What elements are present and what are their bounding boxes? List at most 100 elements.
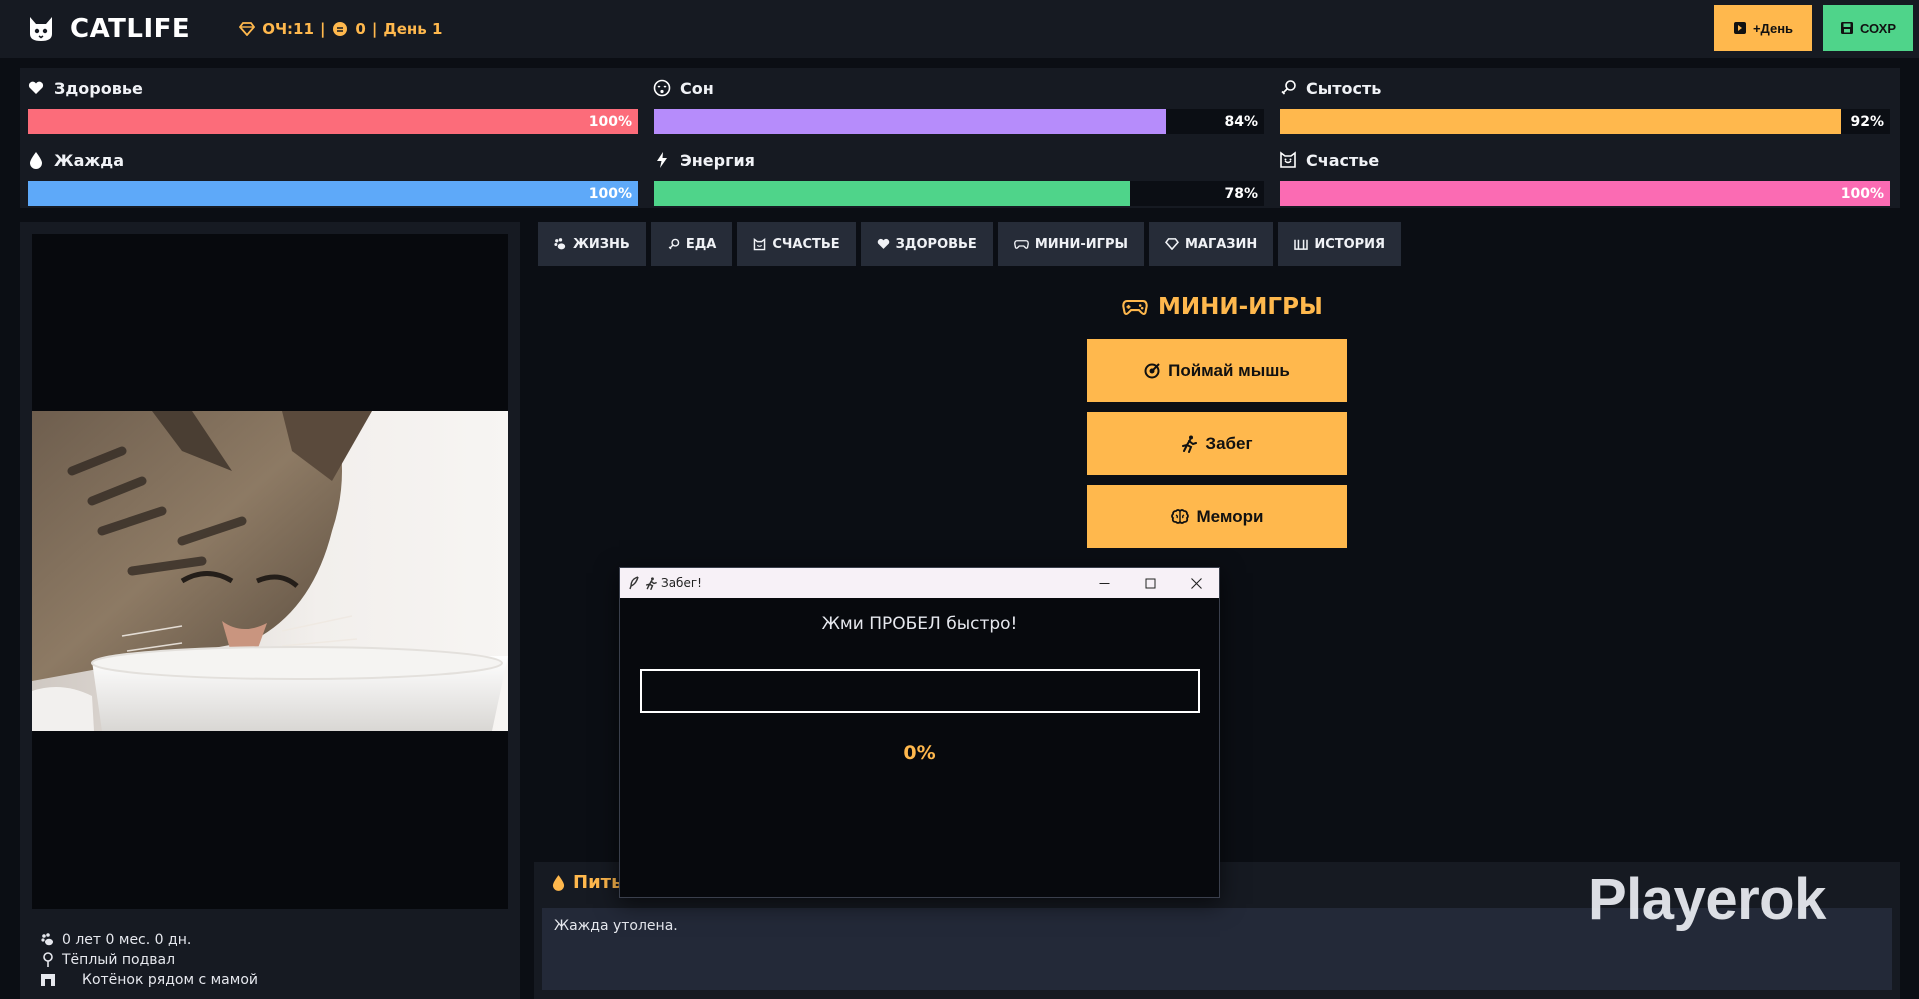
paw-icon [40, 932, 56, 948]
race-button[interactable]: Забег [1087, 412, 1347, 475]
header-info: ОЧ:11 | 0 | День 1 [238, 20, 442, 38]
droplet-icon [26, 150, 46, 170]
cat-info: 0 лет 0 мес. 0 дн. Тёплый подвал Котёнок… [40, 930, 258, 990]
stat-satiety: Сытость 92% [1272, 68, 1890, 134]
game-label: Мемори [1196, 506, 1264, 526]
droplet-icon [552, 874, 565, 891]
stat-label: Счастье [1306, 150, 1380, 170]
coins-value: 0 [355, 20, 366, 38]
tab-food[interactable]: ЕДА [650, 222, 733, 266]
stat-health: Здоровье 100% [20, 68, 638, 134]
stat-bar-fill [654, 109, 1167, 134]
top-bar: CATLIFE ОЧ:11 | 0 | День 1 +День СОХР [0, 0, 1919, 58]
cat-face-icon [1278, 150, 1298, 170]
next-day-button[interactable]: +День [1714, 5, 1812, 51]
minimize-button[interactable] [1081, 568, 1127, 598]
stat-thirst: Жажда 100% [20, 140, 638, 206]
tab-happiness[interactable]: СЧАСТЬЕ [737, 222, 856, 266]
heart-icon [26, 78, 46, 98]
cat-view [32, 234, 508, 909]
race-progress-percent: 0% [903, 742, 936, 764]
game-label: Поймай мышь [1168, 360, 1290, 380]
stat-energy: Энергия 78% [646, 140, 1264, 206]
stat-percent: 100% [588, 185, 632, 202]
maximize-button[interactable] [1127, 568, 1173, 598]
minigames-title: МИНИ-ИГРЫ [1158, 294, 1323, 320]
gamepad-icon [1013, 239, 1029, 250]
separator: | [319, 20, 326, 38]
stat-bar: 100% [28, 181, 638, 206]
cat-photo [32, 411, 508, 731]
save-label: СОХР [1859, 20, 1897, 36]
stat-bar: 100% [1280, 181, 1890, 206]
stat-bar: 100% [28, 109, 638, 134]
cat-panel: 0 лет 0 мес. 0 дн. Тёплый подвал Котёнок… [20, 222, 520, 999]
diamond-icon [238, 20, 256, 38]
race-popup-window[interactable]: Забег! Жми ПРОБЕЛ быстро! 0% [619, 567, 1220, 898]
cat-face-icon [753, 237, 766, 251]
save-button[interactable]: СОХР [1823, 5, 1913, 51]
target-icon [1144, 362, 1160, 379]
stat-bar-fill [28, 181, 638, 206]
runner-icon [645, 576, 657, 590]
cat-status: Котёнок рядом с мамой [82, 972, 258, 988]
log-message: Жажда утолена. [554, 918, 678, 934]
bolt-icon [652, 150, 672, 170]
memory-button[interactable]: Мемори [1087, 485, 1347, 548]
cat-age: 0 лет 0 мес. 0 дн. [62, 932, 192, 948]
stats-panel: Здоровье 100% Сон 84% Сытость 92% Жажда … [20, 68, 1900, 208]
log-heading: Пить [552, 872, 623, 893]
stat-label: Жажда [54, 150, 125, 170]
cat-location: Тёплый подвал [62, 952, 176, 968]
diamond-icon [1164, 238, 1179, 250]
day-value: День 1 [383, 20, 443, 38]
popup-titlebar[interactable]: Забег! [620, 568, 1219, 598]
cat-age-row: 0 лет 0 мес. 0 дн. [40, 930, 258, 950]
stat-bar: 78% [654, 181, 1264, 206]
tab-label: СЧАСТЬЕ [772, 236, 840, 252]
tab-health[interactable]: ЗДОРОВЬЕ [860, 222, 993, 266]
app-title: CATLIFE [70, 14, 191, 44]
tab-life[interactable]: ЖИЗНЬ [538, 222, 646, 266]
minigames-heading: МИНИ-ИГРЫ [1122, 294, 1323, 320]
drumstick-icon [1278, 78, 1298, 98]
next-day-label: +День [1752, 20, 1794, 36]
stat-bar: 92% [1280, 109, 1890, 134]
tab-label: ЖИЗНЬ [573, 236, 630, 252]
close-button[interactable] [1173, 568, 1219, 598]
points-value: ОЧ:11 [262, 20, 314, 38]
book-icon [1294, 238, 1309, 250]
feather-icon [629, 576, 639, 590]
stat-happiness: Счастье 100% [1272, 140, 1890, 206]
separator: | [371, 20, 378, 38]
stat-sleep: Сон 84% [646, 68, 1264, 134]
brain-icon [1170, 508, 1189, 525]
drumstick-icon [667, 238, 680, 251]
stat-percent: 92% [1850, 113, 1884, 130]
cat-status-row: Котёнок рядом с мамой [40, 970, 258, 990]
tab-label: МИНИ-ИГРЫ [1034, 236, 1128, 252]
tab-minigames[interactable]: МИНИ-ИГРЫ [997, 222, 1144, 266]
stat-label: Здоровье [54, 78, 143, 98]
stat-bar-fill [1280, 109, 1842, 134]
sleep-face-icon [652, 78, 672, 98]
catch-mouse-button[interactable]: Поймай мышь [1087, 339, 1347, 402]
stat-bar: 84% [654, 109, 1264, 134]
tab-label: МАГАЗИН [1184, 236, 1258, 252]
paw-icon [554, 237, 567, 251]
popup-title: Забег! [645, 576, 702, 590]
game-label: Забег [1205, 433, 1253, 453]
tab-label: ИСТОРИЯ [1314, 236, 1386, 252]
tab-history[interactable]: ИСТОРИЯ [1278, 222, 1402, 266]
stat-label: Сон [680, 78, 714, 98]
cat-logo-icon [24, 12, 58, 46]
cat-location-row: Тёплый подвал [40, 950, 258, 970]
tab-label: ЕДА [685, 236, 717, 252]
stat-label: Энергия [680, 150, 755, 170]
house-icon [40, 972, 56, 988]
stat-bar-fill [1280, 181, 1890, 206]
race-progress-field[interactable] [640, 669, 1200, 713]
stat-bar-fill [28, 109, 638, 134]
log-title: Пить [573, 872, 623, 893]
tab-shop[interactable]: МАГАЗИН [1148, 222, 1274, 266]
